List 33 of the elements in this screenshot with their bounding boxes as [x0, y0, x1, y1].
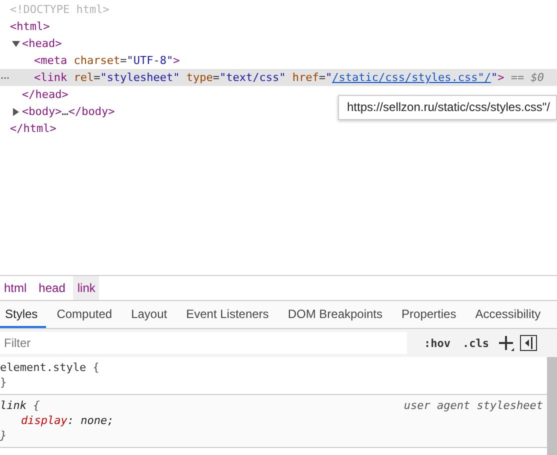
add-rule-icon[interactable] — [498, 334, 514, 352]
panel-tab[interactable]: Accessibility — [470, 301, 549, 328]
open-brace: { — [92, 361, 100, 374]
collapsed-triangle-icon[interactable] — [12, 108, 20, 116]
expanded-triangle-icon[interactable] — [12, 40, 20, 48]
dom-closing-tag: </head> — [22, 88, 68, 101]
filter-field[interactable]: Filter — [0, 332, 407, 354]
css-selector: link — [0, 399, 26, 412]
dom-node-line[interactable]: <html> — [10, 20, 50, 33]
rule-source: user agent stylesheet — [404, 398, 544, 413]
href-link[interactable]: /static/css/styles.css"/ — [332, 71, 492, 84]
open-brace: { — [33, 399, 40, 412]
panel-tab[interactable]: Properties — [396, 301, 464, 328]
sidebar-toggle-icon[interactable] — [520, 334, 537, 352]
dom-closing-tag: </html> — [10, 122, 56, 135]
breadcrumb[interactable]: head — [34, 276, 70, 300]
panel-tab[interactable]: DOM Breakpoints — [282, 301, 391, 328]
close-brace: } — [0, 375, 7, 390]
breadcrumb[interactable]: link — [73, 276, 100, 300]
hov-toggle[interactable]: :hov — [421, 332, 454, 354]
panel-tab[interactable]: Layout — [126, 301, 176, 328]
css-declaration[interactable]: display: none; — [0, 413, 114, 428]
panel-tab[interactable]: Computed — [52, 301, 120, 328]
css-selector: element.style — [0, 361, 86, 374]
dom-node-line[interactable]: <body>…</body> — [22, 105, 115, 118]
cls-toggle[interactable]: .cls — [460, 332, 492, 354]
dom-node-line[interactable]: <head> — [22, 37, 62, 50]
url-tooltip: https://sellzon.ru/static/css/styles.css"/ — [338, 95, 557, 120]
breadcrumb[interactable]: html — [0, 276, 31, 300]
panel-tab[interactable]: Event Listeners — [181, 301, 277, 328]
dom-node-line[interactable]: <meta charset="UTF-8"> — [34, 54, 180, 67]
close-brace: } — [0, 428, 7, 443]
scrollbar[interactable] — [547, 357, 557, 455]
